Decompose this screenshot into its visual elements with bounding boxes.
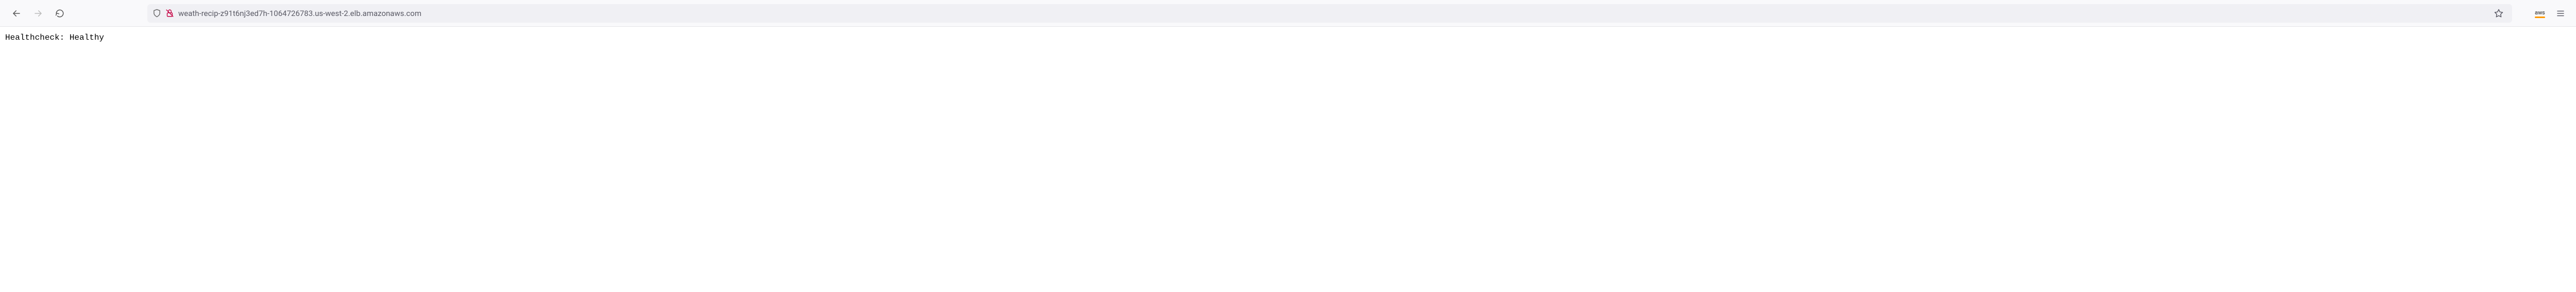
reload-icon: [55, 9, 64, 18]
aws-extension-icon: aws: [2535, 9, 2545, 18]
address-bar[interactable]: weath-recip-z91t6nj3ed7h-1064726783.us-w…: [147, 4, 2512, 23]
arrow-right-icon: [33, 9, 43, 18]
browser-toolbar: weath-recip-z91t6nj3ed7h-1064726783.us-w…: [0, 0, 2576, 27]
toolbar-right: aws: [2532, 5, 2571, 22]
shield-icon: [152, 9, 161, 18]
reload-button[interactable]: [52, 5, 68, 22]
arrow-left-icon: [12, 9, 21, 18]
bookmark-button[interactable]: [2490, 5, 2507, 22]
url-text: weath-recip-z91t6nj3ed7h-1064726783.us-w…: [178, 9, 2486, 18]
lock-insecure-icon: [165, 9, 174, 18]
page-body-text: Healthcheck: Healthy: [0, 27, 2576, 48]
nav-button-group: [5, 5, 71, 22]
hamburger-menu-icon: [2556, 9, 2565, 18]
url-bar-right: [2490, 5, 2507, 22]
star-icon: [2494, 9, 2503, 18]
app-menu-button[interactable]: [2552, 5, 2569, 22]
aws-extension-button[interactable]: aws: [2532, 5, 2548, 22]
back-button[interactable]: [8, 5, 25, 22]
forward-button[interactable]: [30, 5, 46, 22]
